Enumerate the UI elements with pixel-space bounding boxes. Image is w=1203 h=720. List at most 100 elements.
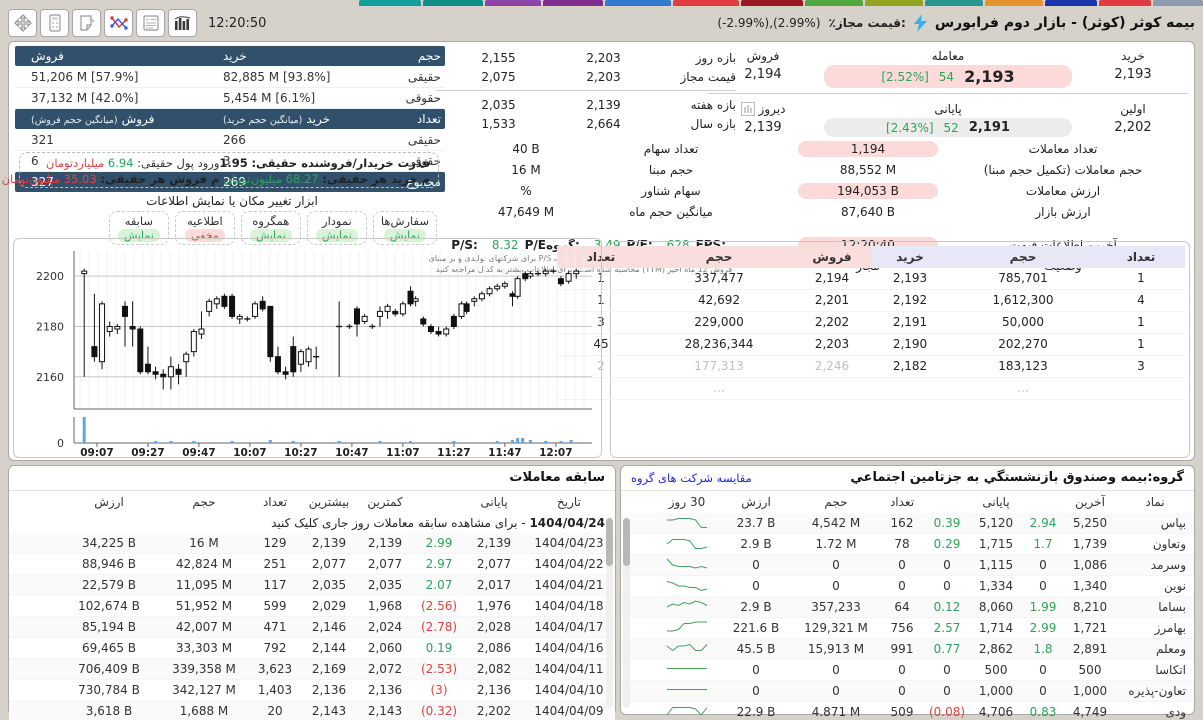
orderbook-buy-cell[interactable]: 2,192 xyxy=(871,290,949,312)
group-symbol[interactable]: ودی xyxy=(1116,705,1194,719)
orderbook-buy-cell[interactable]: 1,612,300 xyxy=(949,290,1097,312)
orderbook-sell-cell[interactable]: 2,201 xyxy=(793,290,871,312)
history-row[interactable]: 1404/04/222,0772.972,0772,07725142,824 M… xyxy=(9,554,615,575)
group-value: 23.7 B xyxy=(720,516,792,530)
orderbook-sell-cell[interactable]: 229,000 xyxy=(645,312,793,334)
group-symbol[interactable]: بساما xyxy=(1116,600,1194,614)
group-row[interactable]: نوین1,34001,3340000 xyxy=(621,576,1194,597)
history-row[interactable]: 1404/04/102,136(3)2,1362,1361,403342,127… xyxy=(9,680,615,701)
history-cell: 3,623 xyxy=(249,662,301,676)
history-row[interactable]: 1404/04/181,976(2.56)1,9682,02959951,952… xyxy=(9,596,615,617)
orderbook-header: فروش xyxy=(793,246,871,268)
history-cell: 117 xyxy=(249,578,301,592)
group-row[interactable]: وتعاون1,7391.71,7150.29781.72 M2.9 B xyxy=(621,534,1194,555)
group-symbol[interactable]: نوین xyxy=(1116,579,1194,593)
history-today-date: 1404/04/24 xyxy=(529,516,605,530)
history-row[interactable]: 1404/04/172,028(2.78)2,0242,14647142,007… xyxy=(9,617,615,638)
orderbook-buy-cell[interactable]: 2,191 xyxy=(871,312,949,334)
orderbook-buy-cell[interactable]: 785,701 xyxy=(949,268,1097,290)
group-row[interactable]: ودی4,7490.834,706(0.08)5094.871 M22.9 B xyxy=(621,702,1194,720)
orderbook-more: ... xyxy=(645,378,793,400)
orderbook-buy-cell[interactable]: 1 xyxy=(1097,268,1185,290)
orderbook-sell-cell[interactable]: 177,313 xyxy=(645,356,793,378)
compare-group-link[interactable]: مقایسه شرکت های گروه xyxy=(631,466,752,490)
volume-chart-button[interactable] xyxy=(168,9,197,37)
orderbook-buy-cell[interactable]: 50,000 xyxy=(949,312,1097,334)
orderbook-buy-cell[interactable]: 3 xyxy=(1097,356,1185,378)
intraday-candlestick-chart[interactable]: 216021802200009:0709:2709:4710:0710:2710… xyxy=(13,238,602,458)
history-today-link[interactable]: 1404/04/24 - برای مشاهده سابقه معاملات ر… xyxy=(9,513,615,533)
order-book: تعدادحجمخریدفروشحجمتعداد 1785,7012,1932,… xyxy=(610,241,1190,458)
close-price-pill: [2.43%] 52 2,191 xyxy=(824,118,1072,137)
history-row[interactable]: 1404/04/212,0172.072,0352,03511711,095 M… xyxy=(9,575,615,596)
orderbook-buy-cell[interactable]: 202,270 xyxy=(949,334,1097,356)
group-row[interactable]: بساما8,2101.998,0600.1264357,2332.9 B xyxy=(621,597,1194,618)
orderbook-buy-cell[interactable]: 1 xyxy=(1097,312,1185,334)
group-symbol[interactable]: بهامرز xyxy=(1116,621,1194,635)
group-close: 4,706 xyxy=(970,705,1022,719)
note-button[interactable] xyxy=(72,9,101,37)
group-row[interactable]: وسرمد1,08601,1150000 xyxy=(621,555,1194,576)
group-row[interactable]: بهامرز1,7212.991,7142.57756129,321 M221.… xyxy=(621,618,1194,639)
orderbook-buy-cell[interactable]: 2,193 xyxy=(871,268,949,290)
history-row[interactable]: 1404/04/092,202(0.32)2,1432,143201,688 M… xyxy=(9,701,615,720)
orderbook-sell-cell[interactable]: 28,236,344 xyxy=(645,334,793,356)
note-icon xyxy=(78,14,96,32)
history-row[interactable]: 1404/04/162,0860.192,0602,14479233,303 M… xyxy=(9,638,615,659)
group-count: 0 xyxy=(880,579,924,593)
group-last: 5,250 xyxy=(1064,516,1116,530)
group-count: 991 xyxy=(880,642,924,656)
orderbook-buy-cell[interactable]: 183,123 xyxy=(949,356,1097,378)
history-cell: 1404/04/22 xyxy=(523,557,615,571)
orderbook-sell-cell[interactable]: 2,246 xyxy=(793,356,871,378)
orderbook-buy-cell[interactable]: 4 xyxy=(1097,290,1185,312)
mini-chart-icon[interactable] xyxy=(741,102,755,116)
orderbook-sell-cell[interactable]: 2,202 xyxy=(793,312,871,334)
group-row[interactable]: ومعلم2,8911.82,8620.7799115,913 M45.5 B xyxy=(621,639,1194,660)
orderbook-sell-cell[interactable]: 2,203 xyxy=(793,334,871,356)
range-low: 2,155 xyxy=(446,51,551,65)
group-symbol[interactable]: تعاون-پذیره xyxy=(1116,684,1194,698)
volume-header: حجم xyxy=(387,49,445,63)
history-cell: 2.07 xyxy=(413,578,465,592)
group-symbol[interactable]: وتعاون xyxy=(1116,537,1194,551)
range-label: بازه هفته xyxy=(656,98,736,112)
move-button[interactable] xyxy=(8,9,37,37)
history-header: تعداد xyxy=(249,495,301,509)
stat-row: تعداد معاملات1,194 xyxy=(736,138,1188,159)
group-symbol[interactable]: وسرمد xyxy=(1116,558,1194,572)
technical-analysis-button[interactable] xyxy=(104,9,133,37)
orderbook-sell-cell[interactable]: 337,477 xyxy=(645,268,793,290)
svg-text:11:07: 11:07 xyxy=(386,447,419,457)
group-row[interactable]: تعاون-پذیره1,00001,0000000 xyxy=(621,681,1194,702)
history-cell: 1404/04/16 xyxy=(523,641,615,655)
group-symbol[interactable]: ومعلم xyxy=(1116,642,1194,656)
group-symbol[interactable]: اتکاسا xyxy=(1116,663,1194,677)
history-row[interactable]: 1404/04/232,1392.992,1392,13912916 M34,2… xyxy=(9,533,615,554)
orderbook-sell-cell[interactable]: 2,194 xyxy=(793,268,871,290)
order-form-button[interactable] xyxy=(136,9,165,37)
group-close-pct: 0.77 xyxy=(924,642,970,656)
orderbook-sell-cell[interactable]: 42,692 xyxy=(645,290,793,312)
real-buy-volume: 82,885 M [93.8%] xyxy=(175,70,387,84)
group-row[interactable]: اتکاسا50005000000 xyxy=(621,660,1194,681)
history-cell: 2,146 xyxy=(301,620,357,634)
orderbook-buy-cell[interactable]: 2,182 xyxy=(871,356,949,378)
group-symbol[interactable]: بپاس xyxy=(1116,516,1194,530)
calculator-button[interactable] xyxy=(40,9,69,37)
history-cell: 2,017 xyxy=(465,578,523,592)
history-cell: 2,060 xyxy=(357,641,413,655)
group-row[interactable]: بپاس5,2502.945,1200.391624,542 M23.7 B xyxy=(621,513,1194,534)
history-today-text: - برای مشاهده سابقه معاملات روز جاری کلی… xyxy=(271,516,529,530)
stat-row: سهام شناور% xyxy=(436,180,736,201)
group-scrollbar[interactable] xyxy=(623,518,630,708)
group-value: 2.9 B xyxy=(720,537,792,551)
real-buy-count: 266 xyxy=(175,133,387,147)
trade-price: 2,193 xyxy=(964,67,1015,86)
history-row[interactable]: 1404/04/112,082(2.53)2,0722,1693,623339,… xyxy=(9,659,615,680)
orderbook-buy-cell[interactable]: 1 xyxy=(1097,334,1185,356)
orderbook-buy-cell[interactable]: 2,190 xyxy=(871,334,949,356)
history-scrollbar[interactable] xyxy=(606,518,613,708)
orderbook-more: ... xyxy=(949,378,1097,400)
sell-header: فروش xyxy=(17,49,175,63)
